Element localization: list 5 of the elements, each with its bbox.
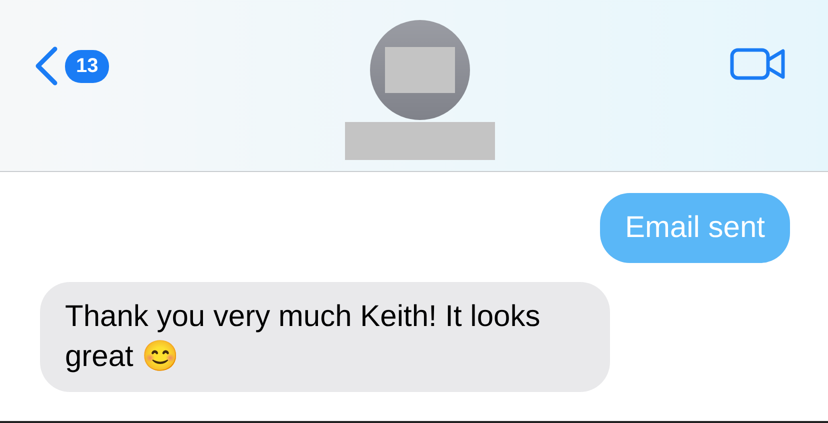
back-icon[interactable] <box>33 46 59 86</box>
unread-count-badge: 13 <box>65 50 110 82</box>
message-bubble: Email sent <box>600 193 790 263</box>
message-bubble: Thank you very much Keith! It looks great 😊 <box>40 282 610 392</box>
video-camera-icon[interactable] <box>730 46 786 82</box>
